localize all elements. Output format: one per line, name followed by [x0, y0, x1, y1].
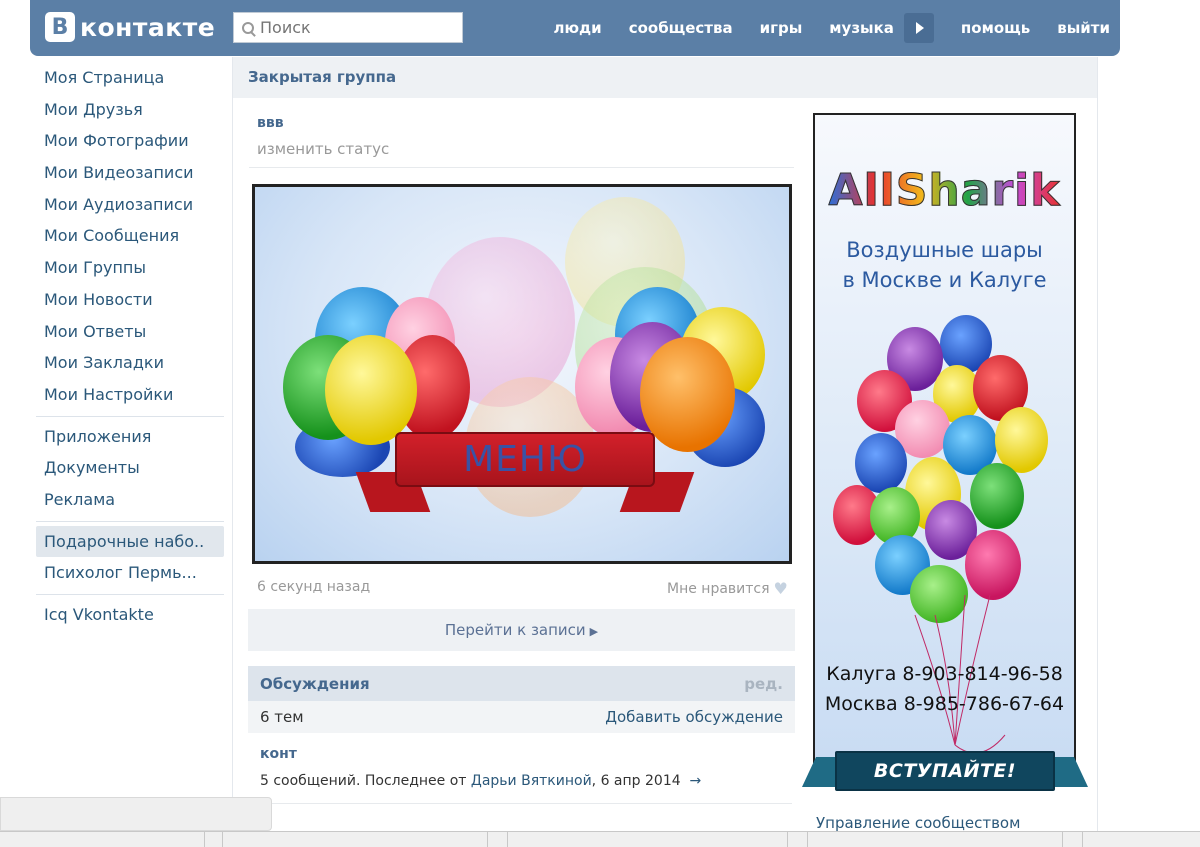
top-nav: люди сообщества игры музыка помощь выйти	[526, 0, 1110, 56]
topic-info-prefix: 5 сообщений. Последнее от	[260, 773, 471, 789]
menu-icq[interactable]: Icq Vkontakte	[36, 599, 224, 631]
ad-phone-kaluga: Калуга 8-903-814-96-58	[826, 663, 1063, 685]
menu-ads[interactable]: Реклама	[36, 484, 224, 516]
vk-logo[interactable]: В контакте	[45, 12, 215, 42]
like-label: Мне нравится	[667, 580, 770, 597]
manage-community-link[interactable]: Управление сообществом	[816, 814, 1020, 832]
nav-communities[interactable]: сообщества	[629, 19, 733, 37]
search-icon	[242, 21, 254, 34]
nav-games[interactable]: игры	[760, 19, 803, 37]
taskbar-segment[interactable]	[1063, 832, 1083, 847]
discussions-subheader: 6 тем Добавить обсуждение	[248, 701, 795, 733]
nav-logout[interactable]: выйти	[1057, 19, 1110, 37]
goto-post-label: Перейти к записи	[444, 621, 586, 639]
menu-banner-image[interactable]: МЕНЮ	[252, 184, 792, 564]
overlay-panel	[0, 797, 272, 831]
menu-my-audio[interactable]: Мои Аудиозаписи	[36, 189, 224, 221]
page-title: Закрытая группа	[233, 57, 1097, 98]
taskbar-segment[interactable]	[788, 832, 808, 847]
topic-title-link[interactable]: конт	[260, 746, 297, 762]
search-box[interactable]	[233, 12, 463, 43]
nav-help[interactable]: помощь	[961, 19, 1030, 37]
menu-my-videos[interactable]: Мои Видеозаписи	[36, 157, 224, 189]
chevron-right-icon: ▶	[589, 625, 599, 638]
menu-ribbon: МЕНЮ	[395, 432, 655, 487]
join-banner[interactable]: ВСТУПАЙТЕ!	[802, 743, 1088, 799]
taskbar-segment[interactable]	[223, 832, 488, 847]
menu-my-friends[interactable]: Мои Друзья	[36, 94, 224, 126]
heart-icon: ♥	[773, 579, 788, 598]
change-status-link[interactable]: изменить статус	[257, 140, 389, 158]
top-header: В контакте люди сообщества игры музыка п…	[30, 0, 1120, 56]
taskbar	[0, 831, 1200, 847]
menu-my-settings[interactable]: Мои Настройки	[36, 379, 224, 411]
goto-post-button[interactable]: Перейти к записи ▶	[248, 609, 795, 651]
left-menu: Моя Страница Мои Друзья Мои Фотографии М…	[36, 62, 224, 631]
taskbar-segment[interactable]	[205, 832, 223, 847]
menu-my-groups[interactable]: Мои Группы	[36, 252, 224, 284]
nav-people[interactable]: люди	[553, 19, 601, 37]
play-icon[interactable]	[903, 13, 934, 43]
topic-author-link[interactable]: Дарьи Вяткиной	[471, 773, 592, 789]
nav-music[interactable]: музыка	[829, 19, 894, 37]
menu-my-news[interactable]: Мои Новости	[36, 284, 224, 316]
menu-my-photos[interactable]: Мои Фотографии	[36, 125, 224, 157]
menu-divider	[36, 415, 224, 417]
discussions-header: Обсуждения ред.	[248, 666, 795, 701]
menu-my-bookmarks[interactable]: Мои Закладки	[36, 347, 224, 379]
join-label: ВСТУПАЙТЕ!	[873, 760, 1017, 782]
taskbar-segment[interactable]	[488, 832, 508, 847]
taskbar-segment[interactable]	[508, 832, 788, 847]
menu-my-messages[interactable]: Мои Сообщения	[36, 220, 224, 252]
menu-group-psychologist[interactable]: Психолог Пермь...	[36, 557, 224, 589]
divider	[260, 803, 792, 804]
menu-apps[interactable]: Приложения	[36, 421, 224, 453]
ad-phone-moscow: Москва 8-985-786-67-64	[824, 693, 1065, 715]
discussions-edit-link[interactable]: ред.	[744, 675, 783, 693]
menu-ribbon-text: МЕНЮ	[463, 439, 587, 480]
menu-divider	[36, 594, 224, 595]
search-input[interactable]	[260, 18, 450, 37]
menu-divider	[36, 520, 224, 522]
divider	[249, 167, 794, 168]
group-name: ввв	[257, 115, 284, 131]
balloon-shape	[325, 335, 417, 445]
discussions-count: 6 тем	[260, 708, 304, 726]
taskbar-segment[interactable]	[808, 832, 1063, 847]
topic-info: 5 сообщений. Последнее от Дарьи Вяткиной…	[260, 773, 701, 789]
topic-date: , 6 апр 2014	[591, 773, 681, 789]
post-time[interactable]: 6 секунд назад	[257, 579, 370, 595]
group-content: Закрытая группа ввв изменить статус МЕНЮ…	[232, 57, 1098, 847]
menu-documents[interactable]: Документы	[36, 452, 224, 484]
menu-group-gifts[interactable]: Подарочные набо..	[36, 525, 224, 558]
vk-logo-icon: В	[45, 12, 75, 42]
menu-my-answers[interactable]: Мои Ответы	[36, 316, 224, 348]
arrow-right-icon[interactable]: →	[690, 773, 702, 789]
taskbar-segment[interactable]	[0, 832, 205, 847]
add-discussion-link[interactable]: Добавить обсуждение	[605, 708, 783, 726]
discussions-title[interactable]: Обсуждения	[260, 675, 370, 693]
ad-banner[interactable]: AllSharik Воздушные шары в Москве и Калу…	[813, 113, 1076, 763]
like-button[interactable]: Мне нравится ♥	[667, 579, 788, 598]
menu-my-page[interactable]: Моя Страница	[36, 62, 224, 94]
join-button[interactable]: ВСТУПАЙТЕ!	[835, 751, 1055, 791]
vk-logo-text: контакте	[80, 12, 216, 42]
